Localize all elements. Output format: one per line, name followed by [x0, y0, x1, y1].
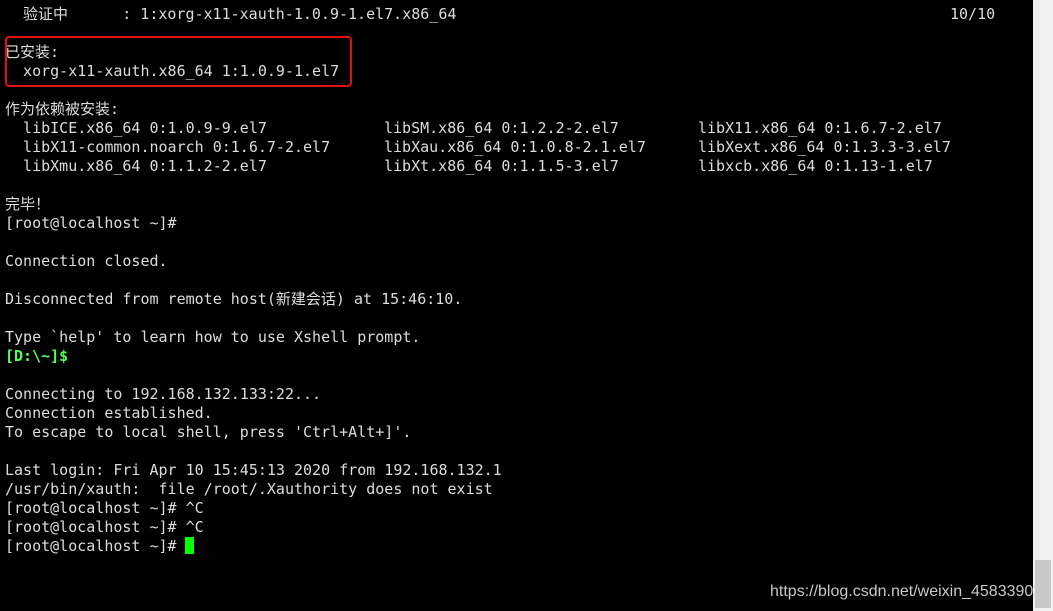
xauth-message-line: /usr/bin/xauth: file /root/.Xauthority d… — [5, 480, 493, 498]
deps-header: 作为依赖被安装: — [5, 100, 120, 118]
done-message: 完毕！ — [5, 195, 51, 213]
disconnected-line: Disconnected from remote host(新建会话) at 1… — [5, 290, 463, 308]
escape-hint-line: To escape to local shell, press 'Ctrl+Al… — [5, 423, 412, 441]
vertical-scrollbar[interactable] — [1033, 0, 1053, 611]
deps-row-2-col-3: libXext.x86_64 0:1.3.3-3.el7 — [698, 138, 951, 156]
local-shell-prompt: [D:\~]$ — [5, 347, 69, 365]
terminal-window[interactable]: 验证中 : 1:xorg-x11-xauth-1.0.9-1.el7.x86_6… — [0, 0, 1053, 611]
verify-line: 验证中 : 1:xorg-x11-xauth-1.0.9-1.el7.x86_6… — [5, 5, 457, 23]
deps-row-3-col-1: libXmu.x86_64 0:1.1.2-2.el7 — [5, 157, 267, 175]
deps-row-1-col-3: libX11.x86_64 0:1.6.7-2.el7 — [698, 119, 942, 137]
installed-highlight-box — [5, 36, 352, 87]
connecting-line: Connecting to 192.168.132.133:22... — [5, 385, 322, 403]
connection-established-line: Connection established. — [5, 404, 213, 422]
connection-closed-line: Connection closed. — [5, 252, 168, 270]
root-prompt-1: [root@localhost ~]# — [5, 214, 177, 232]
csdn-watermark: https://blog.csdn.net/weixin_45833902 — [770, 583, 1043, 600]
terminal-cursor[interactable] — [185, 537, 194, 554]
root-prompt-current: [root@localhost ~]# — [5, 537, 177, 555]
deps-row-1-col-2: libSM.x86_64 0:1.2.2-2.el7 — [384, 119, 619, 137]
deps-row-3-col-2: libXt.x86_64 0:1.1.5-3.el7 — [384, 157, 619, 175]
deps-row-2-col-1: libX11-common.noarch 0:1.6.7-2.el7 — [5, 138, 331, 156]
help-hint-line: Type `help' to learn how to use Xshell p… — [5, 328, 421, 346]
verify-progress: 10/10 — [950, 5, 996, 23]
root-prompt-ctrl-c-1: [root@localhost ~]# ^C — [5, 499, 204, 517]
deps-row-3-col-3: libxcb.x86_64 0:1.13-1.el7 — [698, 157, 933, 175]
deps-row-1-col-1: libICE.x86_64 0:1.0.9-9.el7 — [5, 119, 267, 137]
deps-row-2-col-2: libXau.x86_64 0:1.0.8-2.1.el7 — [384, 138, 646, 156]
last-login-line: Last login: Fri Apr 10 15:45:13 2020 fro… — [5, 461, 502, 479]
root-prompt-ctrl-c-2: [root@localhost ~]# ^C — [5, 518, 204, 536]
